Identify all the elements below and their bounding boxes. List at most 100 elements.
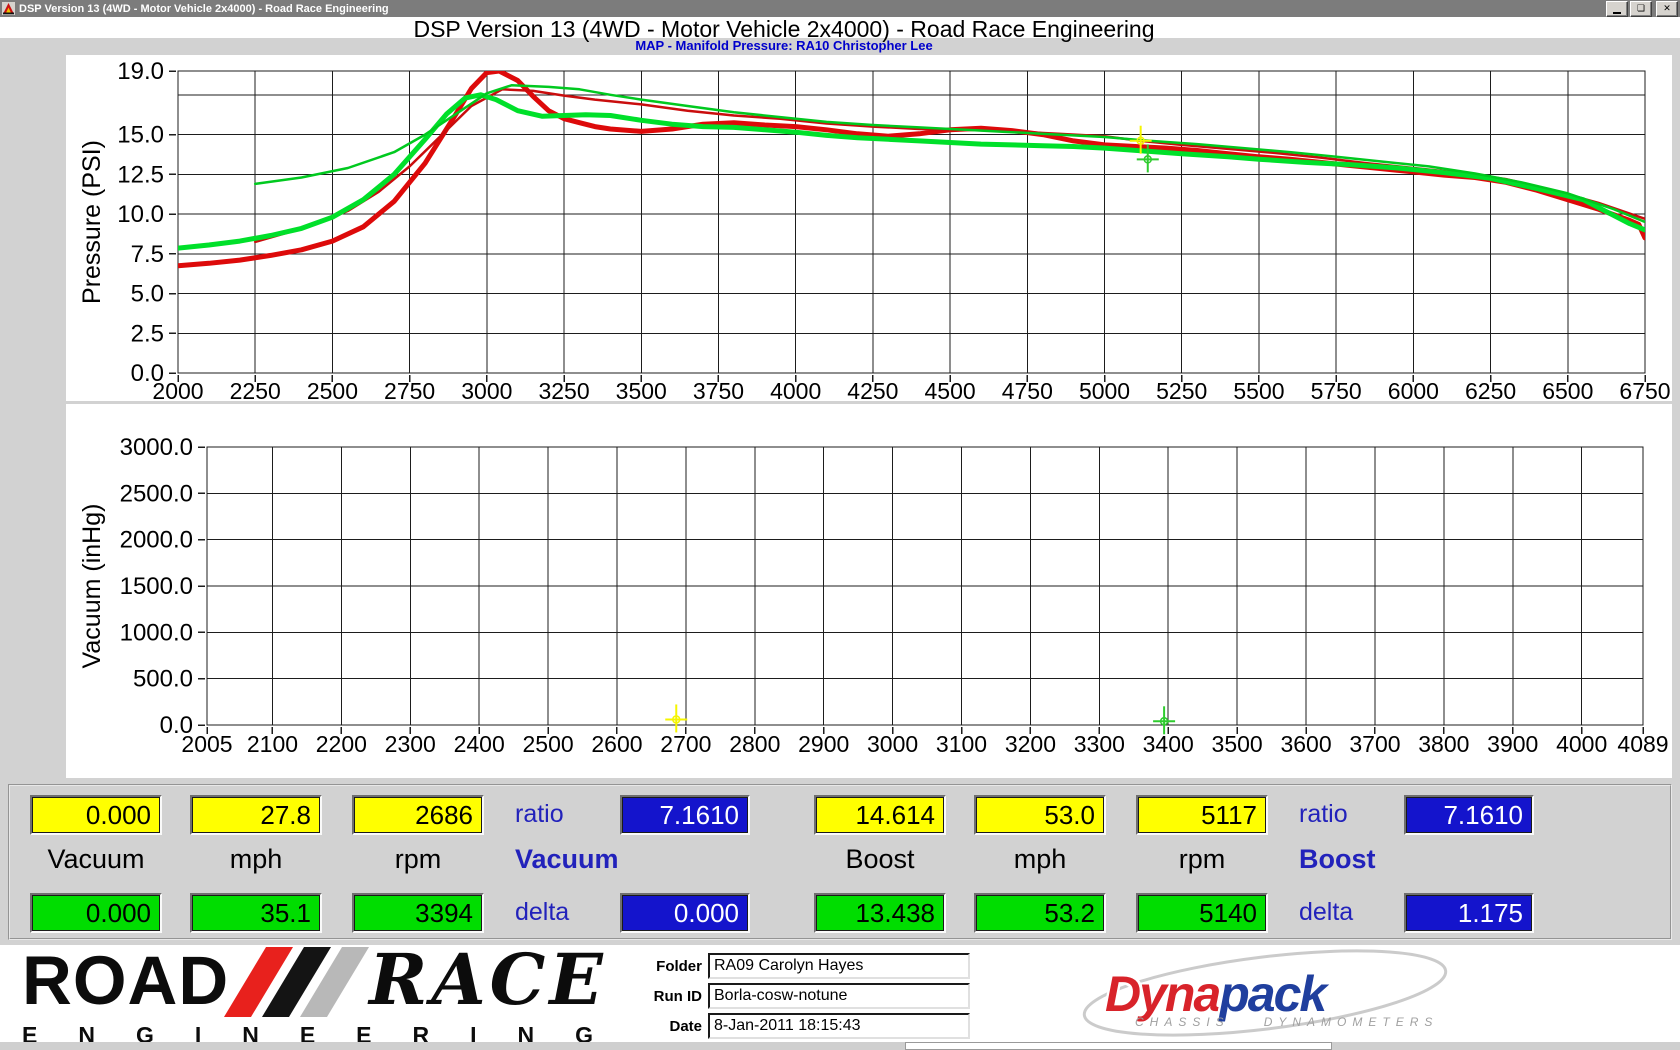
boost-readout-group: 14.614 53.0 5117 ratio 7.1610 Boost mph … [794, 786, 1574, 938]
svg-text:7.5: 7.5 [131, 241, 164, 268]
svg-text:500.0: 500.0 [133, 666, 193, 693]
ratio-value: 7.1610 [620, 795, 750, 835]
svg-text:2250: 2250 [230, 378, 281, 401]
svg-text:3500: 3500 [616, 378, 667, 401]
run-id-input[interactable] [708, 983, 970, 1009]
readout-panel: 0.000 27.8 2686 ratio 7.1610 Vacuum mph … [8, 784, 1672, 940]
svg-text:2300: 2300 [385, 731, 436, 757]
close-icon: ✕ [1663, 3, 1671, 14]
svg-text:3500: 3500 [1212, 731, 1263, 757]
run-id-label: Run ID [653, 987, 702, 1005]
svg-text:15.0: 15.0 [117, 122, 164, 149]
ratio-label: ratio [1299, 800, 1348, 828]
svg-text:3000.0: 3000.0 [120, 434, 193, 461]
svg-text:3250: 3250 [538, 378, 589, 401]
svg-text:3400: 3400 [1143, 731, 1194, 757]
bottom-scrollbar-track[interactable] [905, 1042, 1332, 1050]
svg-text:6250: 6250 [1465, 378, 1516, 401]
folder-label: Folder [656, 957, 702, 975]
svg-text:5.0: 5.0 [131, 281, 164, 308]
svg-text:5250: 5250 [1156, 378, 1207, 401]
svg-text:3100: 3100 [936, 731, 987, 757]
cursor1-rpm-value: 5117 [1136, 795, 1268, 835]
svg-text:2000.0: 2000.0 [120, 527, 193, 554]
cursor1-mph-value: 27.8 [190, 795, 322, 835]
svg-text:3750: 3750 [693, 378, 744, 401]
delta-label: delta [515, 898, 570, 926]
mph-column-label: mph [1013, 844, 1067, 874]
logo-race-text: RACE [369, 938, 607, 1021]
svg-text:2400: 2400 [454, 731, 505, 757]
cursor1-boost-value: 14.614 [814, 795, 946, 835]
svg-text:0.0: 0.0 [160, 712, 193, 739]
svg-text:3200: 3200 [1005, 731, 1056, 757]
svg-text:2200: 2200 [316, 731, 367, 757]
svg-text:2100: 2100 [247, 731, 298, 757]
window-title: DSP Version 13 (4WD - Motor Vehicle 2x40… [19, 2, 389, 15]
vacuum-chart[interactable]: 2005 2100 2200 2300 2400 2500 2600 2700 2800 2900… [66, 404, 1672, 778]
chart-subtitle: MAP - Manifold Pressure: RA10 Christophe… [635, 38, 933, 53]
svg-text:3900: 3900 [1487, 731, 1538, 757]
svg-text:2800: 2800 [729, 731, 780, 757]
rpm-column-label: rpm [394, 844, 442, 874]
vacuum-column-label: Vacuum [47, 844, 145, 874]
svg-text:Vacuum (inHg): Vacuum (inHg) [78, 504, 106, 669]
bottom-scrollbar[interactable] [0, 1042, 1680, 1050]
svg-text:6750: 6750 [1619, 378, 1670, 401]
svg-text:1000.0: 1000.0 [120, 619, 193, 646]
svg-text:4500: 4500 [925, 378, 976, 401]
svg-text:6500: 6500 [1542, 378, 1593, 401]
dynapack-dyna-text: Dyna [1105, 966, 1221, 1022]
boost-run3-thick-green [178, 92, 1645, 251]
svg-text:2500.0: 2500.0 [120, 480, 193, 507]
ratio-value: 7.1610 [1404, 795, 1534, 835]
minimize-button[interactable] [1606, 1, 1628, 17]
svg-text:6000: 6000 [1388, 378, 1439, 401]
cursor2-boost-value: 13.438 [814, 893, 946, 933]
svg-text:0.0: 0.0 [131, 360, 164, 387]
svg-text:2500: 2500 [307, 378, 358, 401]
dynapack-logo: Dynapack CHASSIS DYNAMOMETERS [1075, 947, 1455, 1039]
cursor2-vacuum-value: 0.000 [30, 893, 162, 933]
svg-text:10.0: 10.0 [117, 201, 164, 228]
cursor2-mph-value: 53.2 [974, 893, 1106, 933]
cursor1-vacuum-value: 0.000 [30, 795, 162, 835]
svg-text:3000: 3000 [867, 731, 918, 757]
svg-text:5500: 5500 [1233, 378, 1284, 401]
svg-text:4250: 4250 [847, 378, 898, 401]
pressure-chart[interactable]: 2000 2250 2500 2750 3000 3250 3500 3750 4000 4250… [66, 55, 1672, 404]
date-input[interactable] [708, 1013, 970, 1039]
ratio-label: ratio [515, 800, 564, 828]
date-label: Date [669, 1017, 702, 1035]
svg-text:Pressure (PSI): Pressure (PSI) [78, 140, 106, 304]
svg-text:2.5: 2.5 [131, 320, 164, 347]
app-icon [2, 2, 15, 15]
svg-text:4000: 4000 [1556, 731, 1607, 757]
folder-input[interactable] [708, 953, 970, 979]
footer: ROAD RACE ENGINEERING Folder Run ID Date… [0, 938, 1680, 1048]
svg-text:2750: 2750 [384, 378, 435, 401]
svg-text:5750: 5750 [1311, 378, 1362, 401]
mph-column-label: mph [229, 844, 283, 874]
rpm-column-label: rpm [1178, 844, 1226, 874]
dynapack-dynamometers-text: DYNAMOMETERS [1263, 1015, 1439, 1029]
svg-text:2600: 2600 [591, 731, 642, 757]
svg-text:2700: 2700 [660, 731, 711, 757]
svg-text:19.0: 19.0 [117, 58, 164, 85]
svg-text:4750: 4750 [1002, 378, 1053, 401]
window-titlebar[interactable]: DSP Version 13 (4WD - Motor Vehicle 2x40… [0, 0, 1680, 17]
cursor2-rpm-value: 5140 [1136, 893, 1268, 933]
restore-button[interactable]: ❏ [1630, 1, 1652, 17]
delta-value: 0.000 [620, 893, 750, 933]
svg-text:1500.0: 1500.0 [120, 573, 193, 600]
svg-text:4000: 4000 [770, 378, 821, 401]
svg-text:2900: 2900 [798, 731, 849, 757]
svg-text:12.5: 12.5 [117, 161, 164, 188]
close-button[interactable]: ✕ [1656, 1, 1678, 17]
delta-label: delta [1299, 898, 1354, 926]
logo-road-text: ROAD [22, 942, 230, 1019]
svg-text:2500: 2500 [522, 731, 573, 757]
svg-text:3700: 3700 [1349, 731, 1400, 757]
boost-group-label: Boost [1299, 844, 1376, 874]
vacuum-chart-panel: 2005 2100 2200 2300 2400 2500 2600 2700 2800 2900… [66, 404, 1672, 778]
